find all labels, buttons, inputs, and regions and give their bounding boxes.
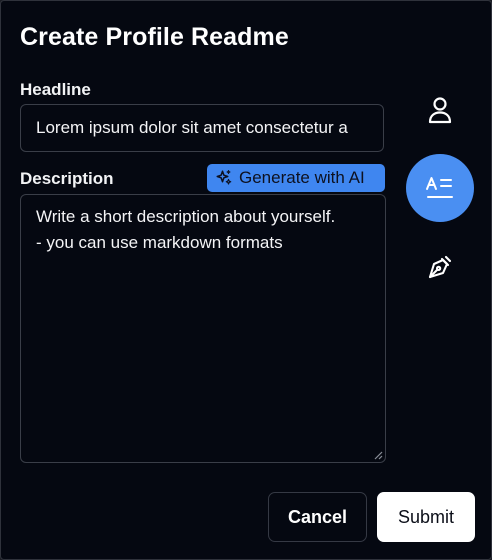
create-profile-readme-dialog: Create Profile Readme Headline Descripti…	[0, 0, 492, 560]
generate-with-ai-label: Generate with AI	[239, 168, 365, 187]
readme-text-icon	[426, 177, 453, 198]
description-label: Description	[20, 169, 114, 188]
submit-button[interactable]: Submit	[377, 492, 475, 542]
generate-with-ai-button[interactable]: Generate with AI	[207, 164, 385, 192]
headline-label: Headline	[20, 80, 91, 99]
cancel-button[interactable]: Cancel	[268, 492, 367, 542]
side-nav-readme[interactable]	[406, 154, 474, 222]
side-nav-pen[interactable]	[421, 248, 459, 286]
resize-grip-icon[interactable]	[373, 450, 383, 460]
side-nav-profile[interactable]	[421, 91, 459, 129]
headline-input[interactable]	[20, 104, 384, 152]
description-textarea[interactable]: Write a short description about yourself…	[20, 194, 386, 463]
pen-nib-icon	[428, 255, 452, 279]
sparkle-icon	[216, 170, 232, 185]
user-icon	[428, 97, 452, 124]
dialog-title: Create Profile Readme	[20, 23, 289, 51]
